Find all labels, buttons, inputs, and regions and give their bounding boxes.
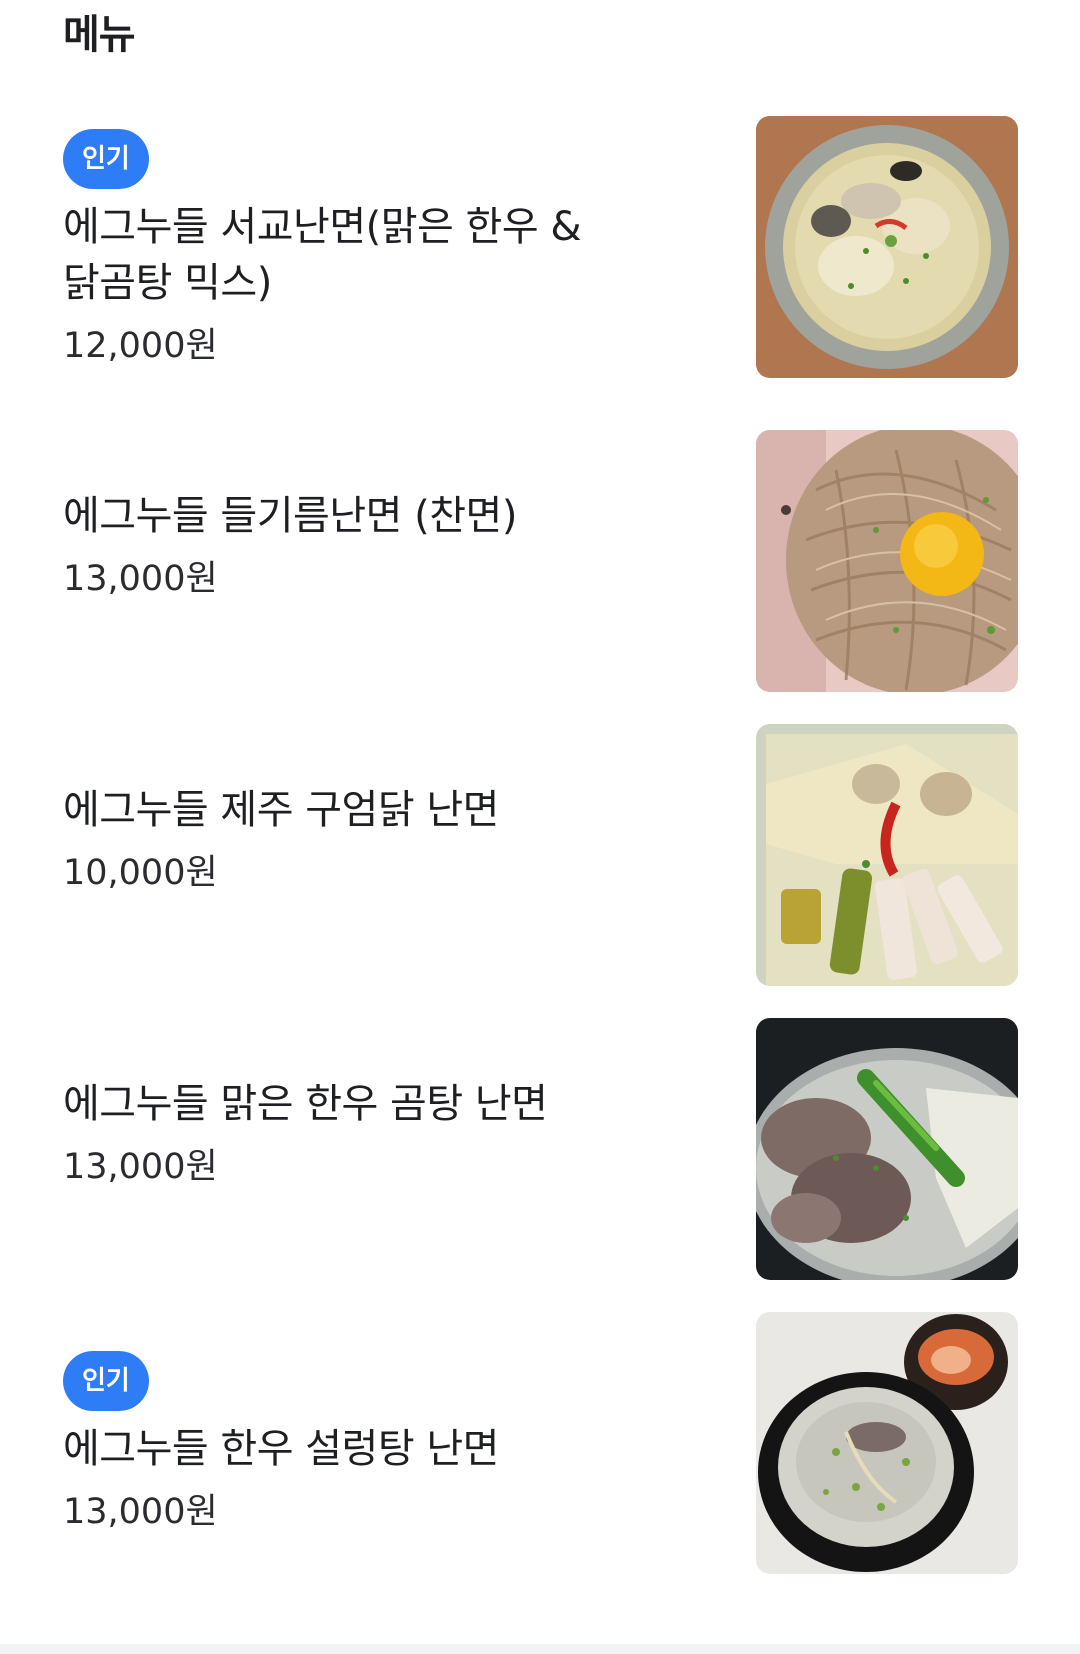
menu-item-price: 13,000원 <box>63 1147 218 1187</box>
menu-section-title: 메뉴 <box>63 12 136 58</box>
chicken-noodle-soup-icon <box>756 724 1018 986</box>
clear-broth-noodle-bowl-icon <box>756 116 1018 378</box>
menu-item-name: 에그누들 들기름난면 (찬면) <box>63 493 517 539</box>
popular-badge: 인기 <box>63 129 149 189</box>
beef-bone-soup-noodles-icon <box>756 1018 1018 1280</box>
perilla-oil-noodles-with-egg-yolk-icon <box>756 430 1018 692</box>
popular-badge: 인기 <box>63 1351 149 1411</box>
menu-item[interactable]: 인기 에그누들 서교난면(맑은 한우 & 닭곰탕 믹스) 12,000원 <box>0 100 1080 400</box>
menu-item-name: 에그누들 맑은 한우 곰탕 난면 <box>63 1081 548 1127</box>
menu-item[interactable]: 에그누들 들기름난면 (찬면) 13,000원 <box>0 416 1080 716</box>
menu-item-price: 13,000원 <box>63 559 218 599</box>
menu-item-photo[interactable] <box>756 724 1018 986</box>
menu-item-price: 13,000원 <box>63 1492 218 1532</box>
menu-item[interactable]: 인기 에그누들 한우 설렁탕 난면 13,000원 <box>0 1304 1080 1604</box>
menu-item-price: 12,000원 <box>63 326 218 366</box>
seolleongtang-with-kimchi-icon <box>756 1312 1018 1574</box>
menu-item[interactable]: 에그누들 제주 구엄닭 난면 10,000원 <box>0 710 1080 1010</box>
menu-item-name: 에그누들 제주 구엄닭 난면 <box>63 787 499 833</box>
menu-item[interactable]: 에그누들 맑은 한우 곰탕 난면 13,000원 <box>0 1004 1080 1304</box>
menu-item-photo[interactable] <box>756 1018 1018 1280</box>
menu-item-photo[interactable] <box>756 430 1018 692</box>
section-divider <box>0 1644 1080 1654</box>
menu-item-photo[interactable] <box>756 1312 1018 1574</box>
menu-item-price: 10,000원 <box>63 853 218 893</box>
menu-item-name: 에그누들 한우 설렁탕 난면 <box>63 1426 499 1472</box>
menu-item-name: 에그누들 서교난면(맑은 한우 & 닭곰탕 믹스) <box>63 204 582 306</box>
menu-item-photo[interactable] <box>756 116 1018 378</box>
